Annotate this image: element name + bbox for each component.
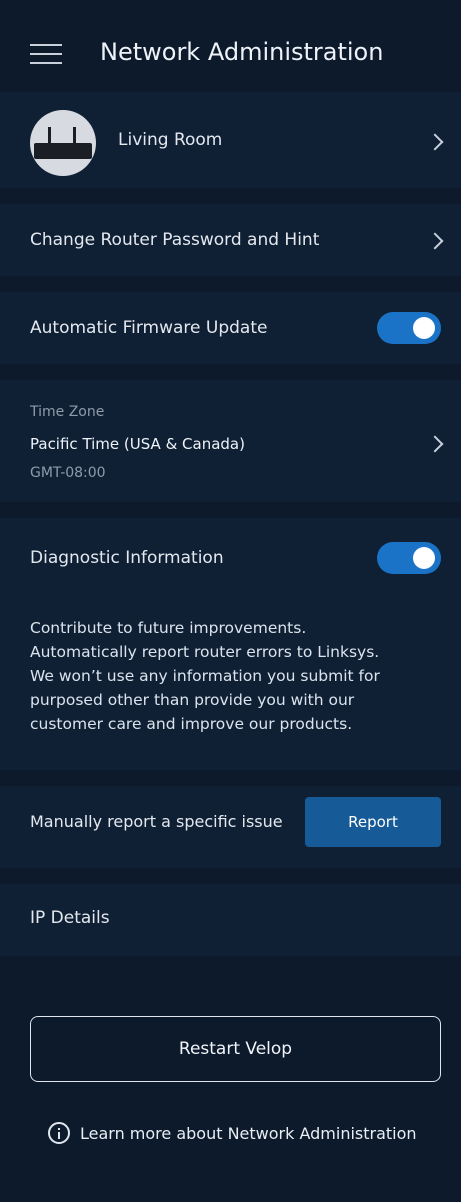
- app-header: Network Administration: [0, 0, 461, 88]
- ip-details-label: IP Details: [30, 908, 110, 928]
- page-title: Network Administration: [100, 38, 384, 66]
- timezone-value: Pacific Time (USA & Canada): [30, 435, 245, 453]
- chevron-right-icon: [426, 232, 444, 250]
- diagnostic-label: Diagnostic Information: [30, 548, 224, 568]
- timezone-label: Time Zone: [30, 404, 105, 420]
- device-row[interactable]: Living Room: [0, 92, 461, 188]
- firmware-label: Automatic Firmware Update: [30, 318, 268, 338]
- ip-details-row[interactable]: IP Details: [0, 884, 461, 956]
- change-password-label: Change Router Password and Hint: [30, 230, 320, 250]
- restart-button[interactable]: Restart Velop: [30, 1016, 441, 1082]
- timezone-offset: GMT-08:00: [30, 465, 106, 481]
- router-image: [30, 110, 96, 176]
- report-label: Manually report a specific issue: [30, 812, 283, 831]
- diagnostic-line: We won’t use any information you submit …: [30, 667, 380, 685]
- chevron-right-icon: [426, 435, 444, 453]
- timezone-row[interactable]: Time Zone Pacific Time (USA & Canada) GM…: [0, 380, 461, 502]
- diagnostic-line: purposed other than provide you with our: [30, 691, 355, 709]
- firmware-toggle[interactable]: [377, 312, 441, 344]
- hamburger-icon[interactable]: [30, 44, 62, 68]
- diagnostic-line: Automatically report router errors to Li…: [30, 643, 380, 661]
- learn-more-label: Learn more about Network Administration: [80, 1123, 417, 1143]
- diagnostic-line: Contribute to future improvements.: [30, 619, 307, 637]
- diagnostic-toggle[interactable]: [377, 542, 441, 574]
- report-button[interactable]: Report: [305, 797, 441, 847]
- change-password-row[interactable]: Change Router Password and Hint: [0, 204, 461, 276]
- diagnostic-description: Contribute to future improvements. Autom…: [30, 616, 440, 736]
- firmware-row: Automatic Firmware Update: [0, 292, 461, 364]
- info-icon: [48, 1122, 70, 1144]
- learn-more-link[interactable]: Learn more about Network Administration: [48, 1122, 417, 1144]
- chevron-right-icon: [426, 133, 444, 151]
- diagnostic-section: Diagnostic Information Contribute to fut…: [0, 518, 461, 770]
- device-name: Living Room: [118, 130, 223, 150]
- toggle-knob: [413, 317, 435, 339]
- toggle-knob: [413, 547, 435, 569]
- diagnostic-line: customer care and improve our products.: [30, 715, 353, 733]
